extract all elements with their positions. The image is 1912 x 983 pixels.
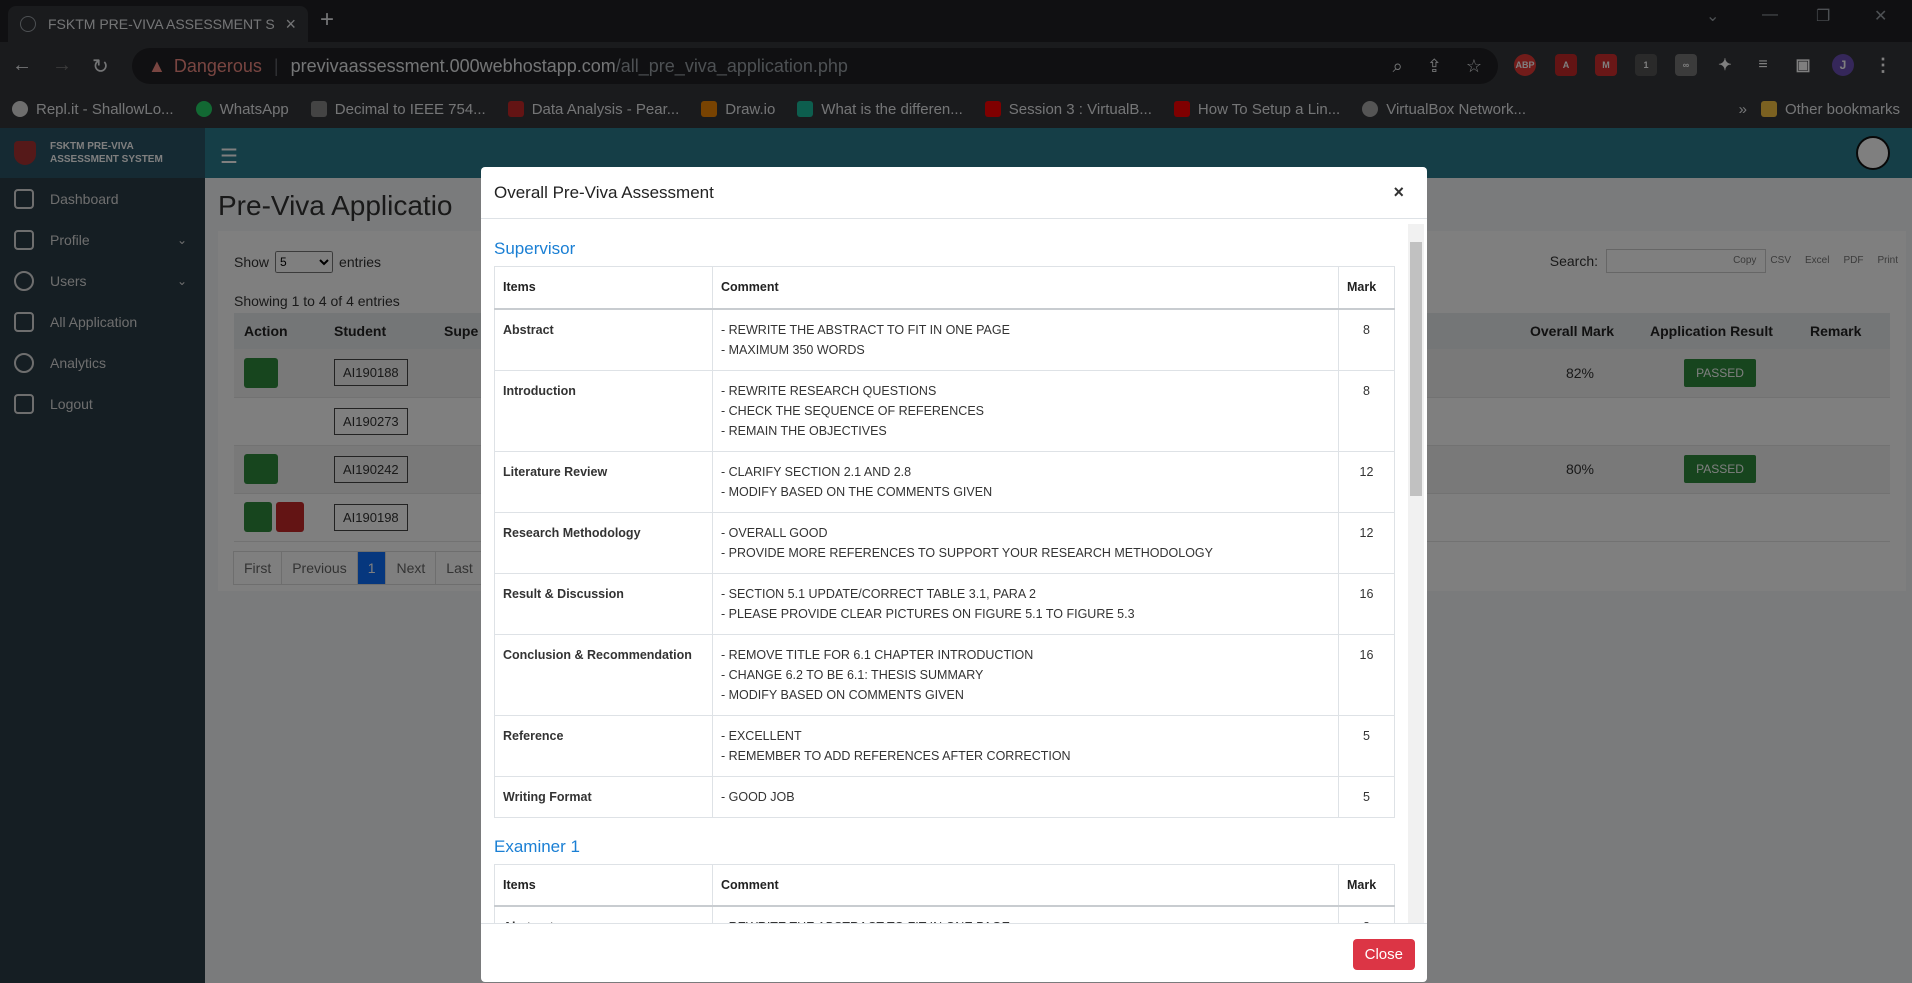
- comment-line: - CHECK THE SEQUENCE OF REFERENCES: [721, 403, 985, 418]
- mark-value: 12: [1338, 450, 1395, 513]
- assessment-row: Introduction - REWRITE RESEARCH QUESTIONS…: [494, 369, 1395, 452]
- assessment-row: Result & Discussion - SECTION 5.1 UPDATE/…: [494, 572, 1395, 635]
- assessment-modal: Overall Pre-Viva Assessment × Supervisor…: [481, 167, 1427, 982]
- comment-line: - REMAIN THE OBJECTIVES: [721, 423, 887, 438]
- assessment-row: Reference - EXCELLENT - REMEMBER TO ADD RE…: [494, 714, 1395, 777]
- examiner-table: Items Comment Mark Abstract- REWRITE THE…: [494, 863, 1395, 923]
- section-title-examiner: Examiner 1: [494, 836, 580, 856]
- assessment-row: Conclusion & Recommendation - REMOVE TITL…: [494, 633, 1395, 716]
- close-icon[interactable]: ×: [1393, 182, 1404, 203]
- mark-value: 8: [1338, 369, 1395, 452]
- comment-cell: - OVERALL GOOD - PROVIDE MORE REFERENCES …: [712, 511, 1339, 574]
- assessment-row: Abstract - REWRITE THE ABSTRACT TO FIT IN…: [494, 308, 1395, 371]
- item-name: Abstract: [494, 905, 713, 923]
- mark-value: 8: [1338, 905, 1395, 923]
- assessment-row: Abstract- REWRITE THE ABSTRACT TO FIT IN…: [494, 905, 1395, 923]
- comment-cell: - SECTION 5.1 UPDATE/CORRECT TABLE 3.1, …: [712, 572, 1339, 635]
- comment-cell: - EXCELLENT - REMEMBER TO ADD REFERENCES …: [712, 714, 1339, 777]
- comment-cell: - CLARIFY SECTION 2.1 AND 2.8 - MODIFY BA…: [712, 450, 1339, 513]
- comment-line: - EXCELLENT: [721, 728, 802, 743]
- comment-line: - REWRITE THE ABSTRACT TO FIT IN ONE PAG…: [721, 322, 1010, 337]
- comment-header: Comment: [712, 266, 1339, 310]
- item-name: Conclusion & Recommendation: [494, 633, 713, 716]
- section-title-supervisor: Supervisor: [494, 239, 576, 258]
- close-button[interactable]: Close: [1352, 939, 1415, 970]
- assessment-row: Research Methodology - OVERALL GOOD - PROV…: [494, 511, 1395, 574]
- modal-title: Overall Pre-Viva Assessment: [494, 182, 714, 202]
- comment-cell: - GOOD JOB: [712, 775, 1339, 818]
- scrollbar-thumb[interactable]: [1410, 242, 1422, 496]
- modal-header: Overall Pre-Viva Assessment ×: [481, 167, 1427, 219]
- comment-cell: - REWRITE RESEARCH QUESTIONS - CHECK THE …: [712, 369, 1339, 452]
- mark-header: Mark: [1338, 863, 1395, 907]
- mark-header: Mark: [1338, 266, 1395, 310]
- item-name: Abstract: [494, 308, 713, 371]
- item-name: Literature Review: [494, 450, 713, 513]
- comment-line: - MODIFY BASED ON THE COMMENTS GIVEN: [721, 484, 993, 499]
- comment-header: Comment: [712, 863, 1339, 907]
- item-name: Result & Discussion: [494, 572, 713, 635]
- comment-line: - PROVIDE MORE REFERENCES TO SUPPORT YOU…: [721, 545, 1213, 560]
- comment-line: - OVERALL GOOD: [721, 525, 828, 540]
- modal-scrollbar[interactable]: [1408, 224, 1424, 923]
- comment-line: - REMEMBER TO ADD REFERENCES AFTER CORRE…: [721, 748, 1071, 763]
- modal-body: Supervisor Items Comment Mark Abstract - …: [481, 220, 1427, 923]
- items-header: Items: [494, 863, 713, 907]
- mark-value: 16: [1338, 633, 1395, 716]
- comment-line: - MAXIMUM 350 WORDS: [721, 342, 865, 357]
- comment-line: - MODIFY BASED ON COMMENTS GIVEN: [721, 687, 964, 702]
- comment-line: - REMOVE TITLE FOR 6.1 CHAPTER INTRODUCT…: [721, 647, 1034, 662]
- supervisor-table: Items Comment Mark Abstract - REWRITE THE…: [494, 266, 1395, 818]
- assessment-row: Writing Format - GOOD JOB 5: [494, 775, 1395, 818]
- mark-value: 5: [1338, 714, 1395, 777]
- assessment-row: Literature Review - CLARIFY SECTION 2.1 A…: [494, 450, 1395, 513]
- comment-line: - CLARIFY SECTION 2.1 AND 2.8: [721, 464, 912, 479]
- item-name: Research Methodology: [494, 511, 713, 574]
- comment-line: - REWRITE RESEARCH QUESTIONS: [721, 383, 937, 398]
- item-name: Reference: [494, 714, 713, 777]
- comment-line: - CHANGE 6.2 TO BE 6.1: THESIS SUMMARY: [721, 667, 984, 682]
- item-name: Introduction: [494, 369, 713, 452]
- comment-cell: - REWRITE THE ABSTRACT TO FIT IN ONE PAG…: [712, 905, 1339, 923]
- mark-value: 8: [1338, 308, 1395, 371]
- comment-line: - PLEASE PROVIDE CLEAR PICTURES ON FIGUR…: [721, 606, 1135, 621]
- mark-value: 12: [1338, 511, 1395, 574]
- comment-cell: - REWRITE THE ABSTRACT TO FIT IN ONE PAG…: [712, 308, 1339, 371]
- items-header: Items: [494, 266, 713, 310]
- comment-line: - SECTION 5.1 UPDATE/CORRECT TABLE 3.1, …: [721, 586, 1036, 601]
- mark-value: 5: [1338, 775, 1395, 818]
- modal-footer: Close: [481, 923, 1427, 982]
- comment-line: - GOOD JOB: [721, 789, 795, 804]
- comment-cell: - REMOVE TITLE FOR 6.1 CHAPTER INTRODUCT…: [712, 633, 1339, 716]
- item-name: Writing Format: [494, 775, 713, 818]
- mark-value: 16: [1338, 572, 1395, 635]
